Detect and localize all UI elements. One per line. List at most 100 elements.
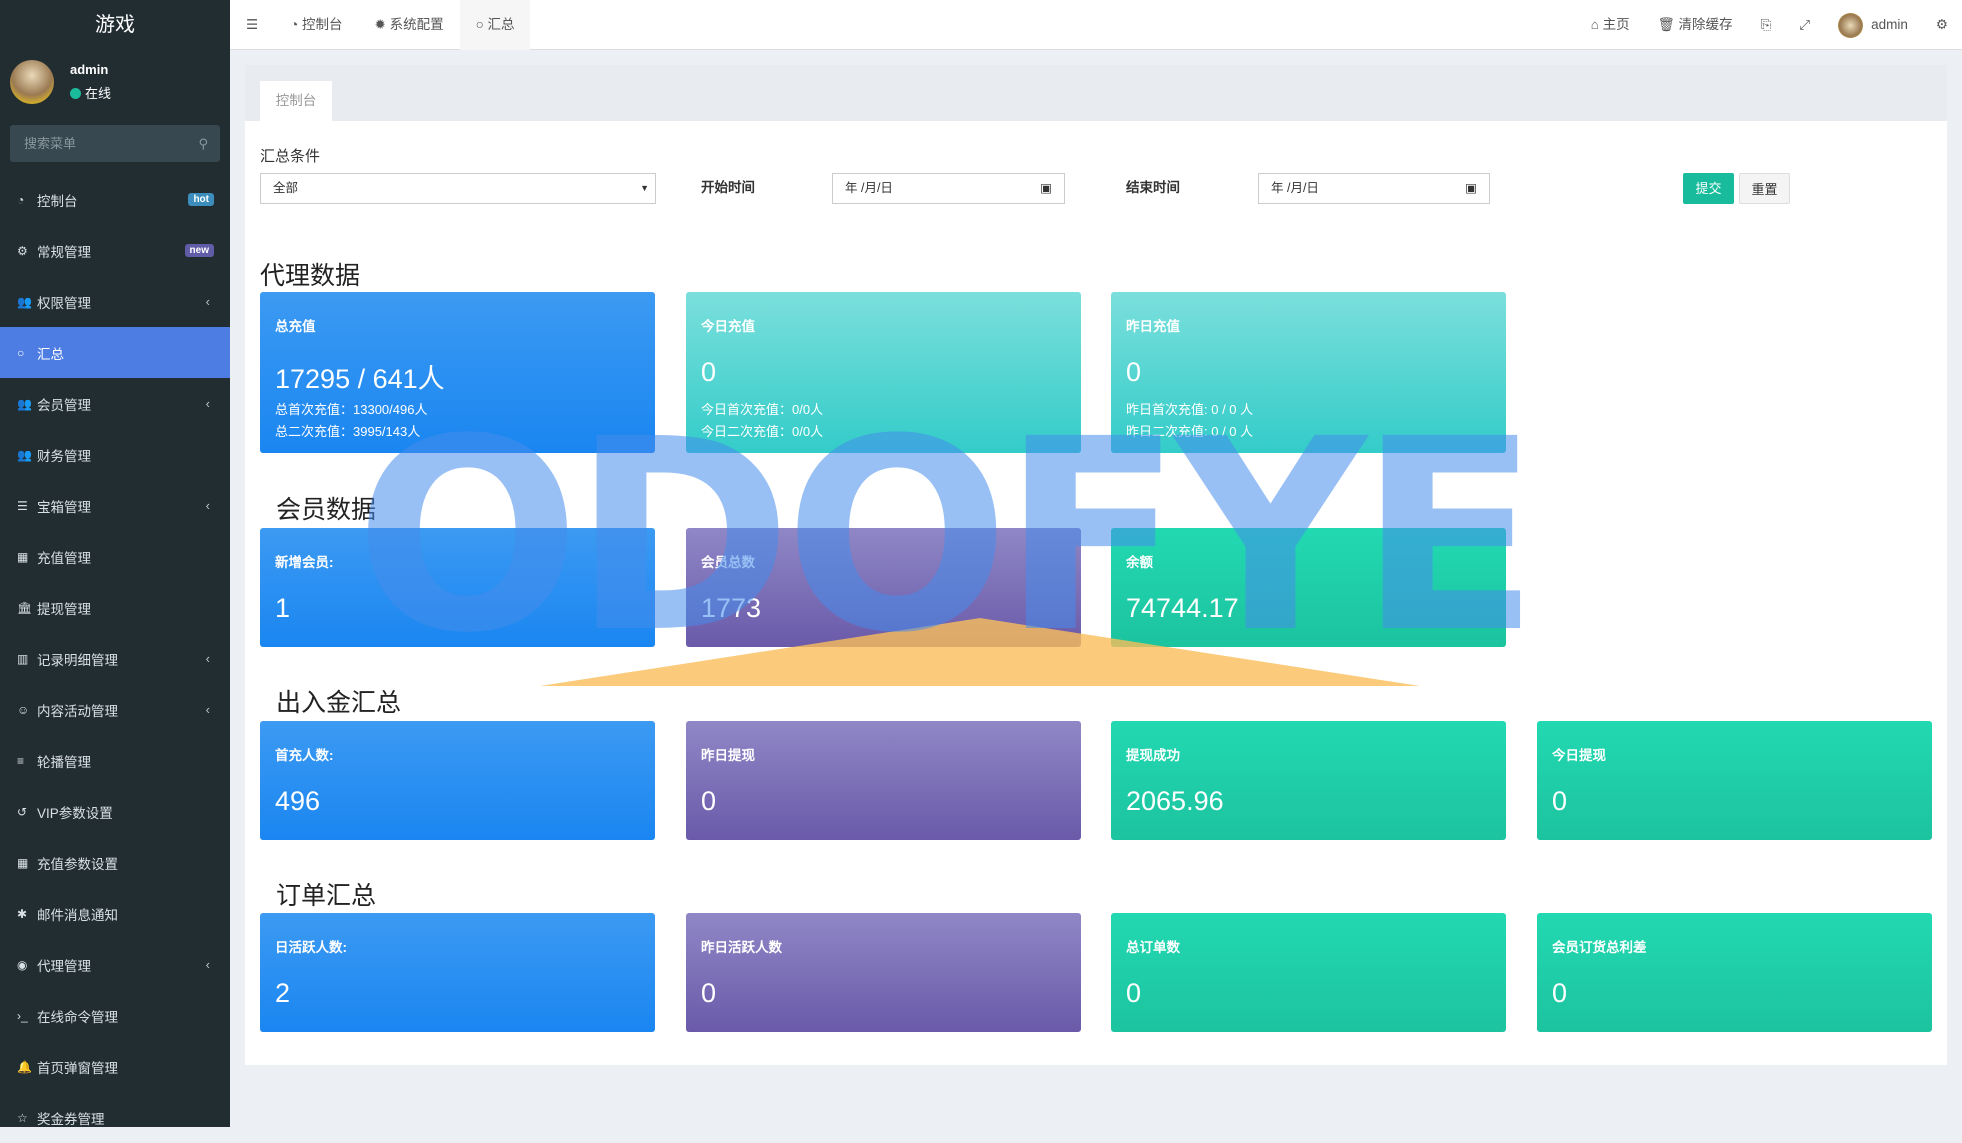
sidebar-item-label: VIP参数设置 [37,805,113,821]
card-sub: 今日二次充值：0/0人 [701,424,824,439]
tab-dashboard[interactable]: ◔ 控制台 [274,0,358,50]
sidebar-item-label: 内容活动管理 [37,703,118,719]
settings-gears-icon[interactable]: ⚙ [1922,0,1962,50]
stat-card: 新增会员: 1 [260,528,655,647]
sidebar-item-label: 邮件消息通知 [37,907,118,923]
end-date-input[interactable]: 年 /月/日 ▣ [1258,173,1490,204]
avatar [1838,12,1864,38]
sidebar-item[interactable]: ▥ 记录明细管理 ‹ [0,633,230,684]
stat-card: 今日充值 0 今日首次充值：0/0人 今日二次充值：0/0人 [686,292,1081,453]
tab-system-config[interactable]: ✹ 系统配置 [359,0,460,50]
sidebar-item-label: 控制台 [37,193,78,209]
calendar-icon[interactable]: ▣ [1465,174,1477,203]
card-value: 2065.96 [1126,786,1224,816]
sidebar-item[interactable]: 👥 财务管理 [0,429,230,480]
card-value: 1 [275,593,291,623]
sidebar-item-label: 轮播管理 [37,754,91,770]
condition-select[interactable]: 全部 ▼ [260,173,656,204]
card-title: 今日提现 [1552,748,1606,763]
sidebar-item[interactable]: ⚙ 常规管理 new [0,225,230,276]
sidebar-item[interactable]: ✱ 邮件消息通知 [0,888,230,939]
user-menu[interactable]: admin [1824,0,1922,50]
chevron-down-icon: ▼ [640,183,649,193]
reset-button[interactable]: 重置 [1739,173,1790,204]
menu-toggle-icon[interactable]: ☰ [230,0,274,50]
card-value: 0 [701,786,717,816]
card-sub: 今日首次充值：0/0人 [701,402,824,417]
topbar: ☰ ◔ 控制台 ✹ 系统配置 ○ 汇总 ⌂ 主页 🗑 清除缓存 ⎘ ⤢ admi… [230,0,1962,50]
app-title[interactable]: 游戏 [0,0,230,50]
fullscreen-icon[interactable]: ⤢ [1785,0,1824,50]
sidebar-item-label: 在线命令管理 [37,1009,118,1025]
home-link[interactable]: ⌂ 主页 [1577,0,1644,50]
start-date-input[interactable]: 年 /月/日 ▣ [832,173,1065,204]
section-title: 订单汇总 [276,882,377,910]
sidebar-item[interactable]: ☰ 宝箱管理 ‹ [0,480,230,531]
card-value: 74744.17 [1126,593,1239,623]
sidebar-item-label: 权限管理 [37,295,91,311]
panel-tab-dashboard[interactable]: 控制台 [260,81,332,121]
sidebar-item-label: 宝箱管理 [37,499,91,515]
menu-badge: hot [188,193,214,206]
users-icon: 👥 [17,396,32,411]
card-value: 0 [1552,978,1568,1008]
sidebar-item-label: 汇总 [37,346,64,362]
calendar-icon[interactable]: ▣ [1040,174,1052,203]
sidebar-item[interactable]: ›_ 在线命令管理 [0,990,230,1041]
sidebar-item[interactable]: ↺ VIP参数设置 [0,786,230,837]
sidebar-item[interactable]: ☆ 奖金券管理 [0,1092,230,1143]
sidebar-item-label: 财务管理 [37,448,91,464]
sidebar-menu: ◔ 控制台 hot ⚙ 常规管理 new 👥 权限管理 ‹ ○ 汇总 👥 会员管理 ‹ 👥 财务管理 ☰ 宝箱管理… [0,174,230,1143]
smile-icon: ☺ [17,702,30,717]
th-icon: ▦ [17,855,29,870]
user-circle-icon: ◉ [17,957,28,972]
sidebar-item[interactable]: ▦ 充值管理 [0,531,230,582]
stat-card: 首充人数: 496 [260,721,655,840]
card-value: 0 [701,978,717,1008]
sidebar-item[interactable]: ▦ 充值参数设置 [0,837,230,888]
search-icon[interactable]: ⚲ [198,125,208,162]
menu-search-input[interactable]: 搜索菜单 ⚲ [10,125,220,162]
cogs-icon: ⚙ [17,243,28,258]
sidebar-item[interactable]: 👥 权限管理 ‹ [0,276,230,327]
card-title: 昨日活跃人数 [701,940,782,955]
stat-card: 余额 74744.17 [1111,528,1506,647]
card-value: 1773 [701,593,762,623]
language-icon[interactable]: ⎘ [1746,0,1785,50]
online-status: 在线 [70,86,111,101]
sidebar-item[interactable]: 👥 会员管理 ‹ [0,378,230,429]
sidebar-item[interactable]: ◔ 控制台 hot [0,174,230,225]
end-time-label: 结束时间 [1126,180,1180,195]
sidebar-item[interactable]: 🔔 首页弹窗管理 [0,1041,230,1092]
bar-chart-icon: ▥ [17,651,29,666]
card-value: 0 [701,357,717,387]
stat-card: 会员总数 1773 [686,528,1081,647]
clear-cache-button[interactable]: 🗑 清除缓存 [1644,0,1747,50]
tab-summary[interactable]: ○ 汇总 [459,0,531,50]
stat-card: 提现成功 2065.96 [1111,721,1506,840]
card-title: 提现成功 [1126,748,1180,763]
card-title: 余额 [1126,555,1153,570]
sidebar-item[interactable]: 🏛 提现管理 [0,582,230,633]
sidebar-item-label: 充值参数设置 [37,856,118,872]
card-value: 2 [275,978,291,1008]
submit-button[interactable]: 提交 [1683,173,1734,204]
stat-card: 今日提现 0 [1537,721,1932,840]
sidebar-item[interactable]: ≡ 轮播管理 [0,735,230,786]
sidebar-item[interactable]: ☺ 内容活动管理 ‹ [0,684,230,735]
gear-icon: ✹ [374,16,390,32]
bell-icon: 🔔 [17,1059,32,1074]
card-title: 日活跃人数: [275,940,347,955]
stat-card: 会员订货总利差 0 [1537,913,1932,1032]
chevron-left-icon: ‹ [205,702,210,717]
sidebar-item-label: 代理管理 [37,958,91,974]
bars-icon: ≡ [17,753,25,768]
card-value: 0 [1126,357,1142,387]
user-name: admin [70,62,109,77]
circle-icon: ○ [475,16,488,32]
sidebar-item[interactable]: ○ 汇总 [0,327,230,378]
dashboard-icon: ◔ [290,16,303,32]
asterisk-icon: ✱ [17,906,28,921]
sidebar-item[interactable]: ◉ 代理管理 ‹ [0,939,230,990]
group-icon: 👥 [17,294,32,309]
